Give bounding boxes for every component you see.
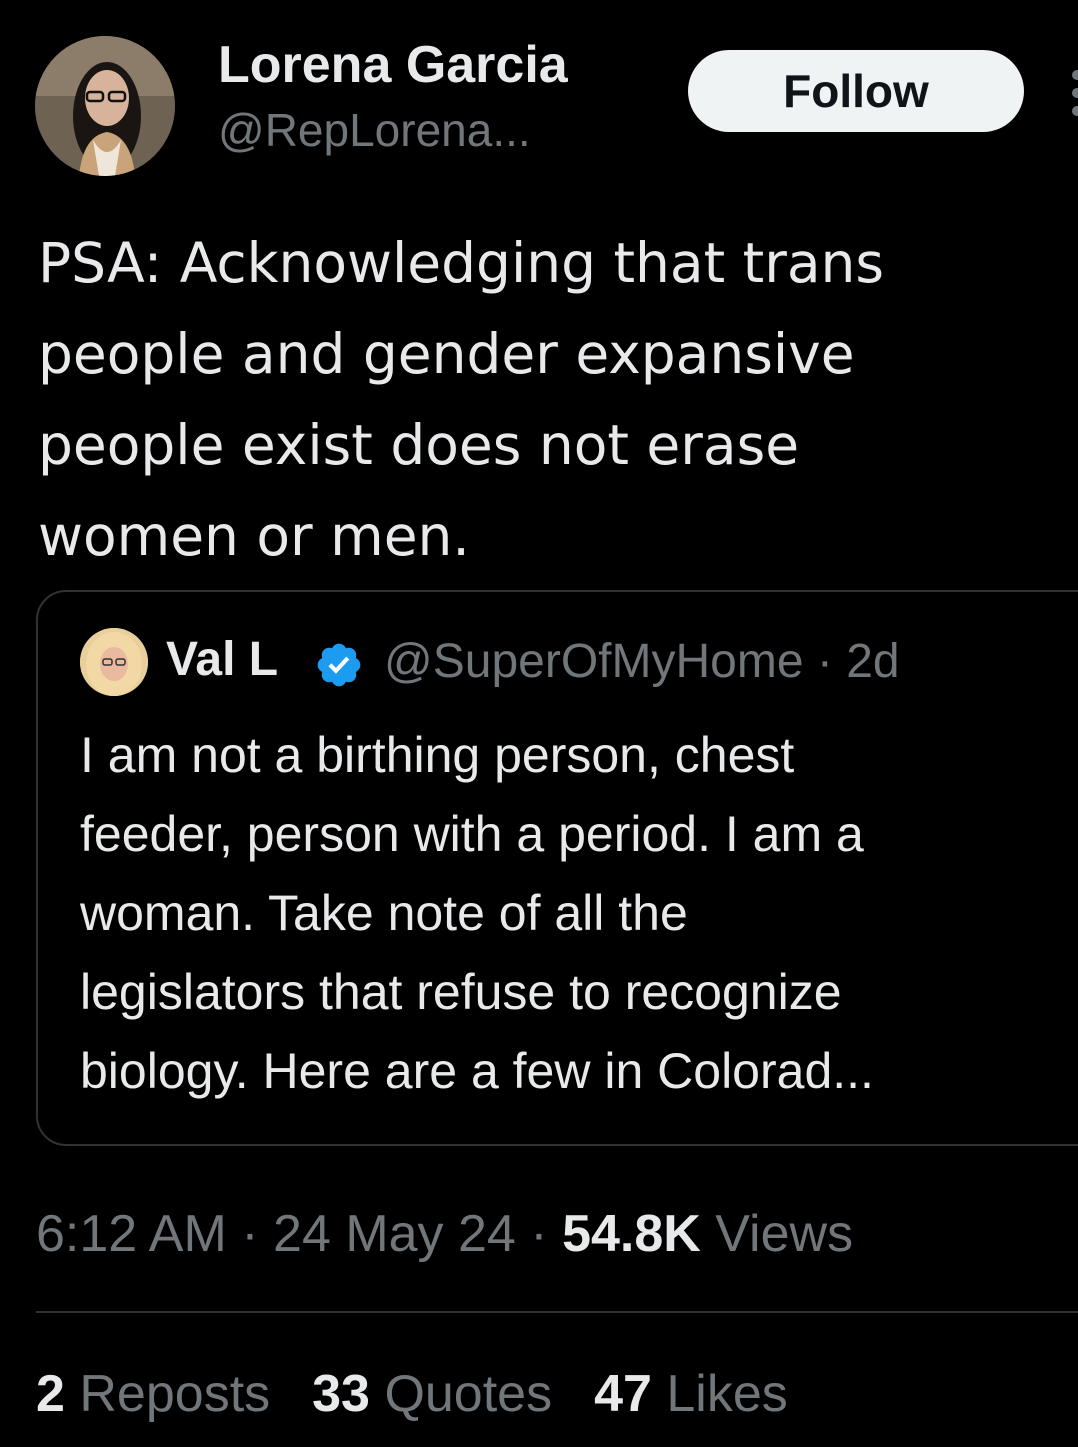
tweet-text-line: people exist does not erase [38,413,800,477]
views-count: 54.8K [562,1205,701,1263]
likes-count: 47 [594,1365,652,1423]
tweet-date[interactable]: 24 May 24 [273,1205,516,1263]
more-icon[interactable] [1068,60,1078,120]
timestamp-row: 6:12 AM · 24 May 24 · 54.8K Views [36,1200,853,1268]
quoted-author-handle[interactable]: @SuperOfMyHome [384,635,804,688]
engagement-stats: 2 Reposts 33 Quotes 47 Likes [36,1360,830,1428]
views-label: Views [715,1205,854,1263]
quoted-author-avatar-image [80,628,148,696]
quotes-label: Quotes [384,1365,553,1423]
quoted-age[interactable]: 2d [846,635,899,688]
quoted-author-avatar[interactable] [80,628,148,696]
quoted-text-line: biology. Here are a few in Colorad... [80,1043,874,1099]
reposts-stat[interactable]: 2 Reposts [36,1360,270,1428]
timestamp-separator: · [530,1205,548,1263]
reposts-count: 2 [36,1365,65,1423]
author-avatar[interactable] [35,36,175,176]
quoted-text-line: woman. Take note of all the [80,885,688,941]
timestamp-separator: · [241,1205,259,1263]
author-handle[interactable]: @RepLorena... [218,102,531,158]
meta-separator: · [816,635,833,688]
quotes-stat[interactable]: 33 Quotes [312,1360,552,1428]
likes-label: Likes [666,1365,788,1423]
quoted-meta: @SuperOfMyHome · 2d [384,632,900,692]
quoted-tweet-text: I am not a birthing person, chest feeder… [80,716,1070,1111]
quoted-author-name[interactable]: Val L [166,630,278,690]
likes-stat[interactable]: 47 Likes [594,1360,788,1428]
follow-button[interactable]: Follow [688,50,1024,132]
quoted-text-line: feeder, person with a period. I am a [80,806,864,862]
author-avatar-image [35,36,175,176]
tweet-text: PSA: Acknowledging that trans people and… [38,218,1038,582]
quoted-text-line: legislators that refuse to recognize [80,964,842,1020]
quoted-text-line: I am not a birthing person, chest [80,727,795,783]
reposts-label: Reposts [79,1365,271,1423]
author-name[interactable]: Lorena Garcia [218,34,568,96]
tweet-time[interactable]: 6:12 AM [36,1205,227,1263]
tweet-text-line: PSA: Acknowledging that trans [38,231,885,295]
verified-badge-icon [314,640,364,690]
tweet-text-line: women or men. [38,504,470,568]
tweet-text-line: people and gender expansive [38,322,855,386]
divider [36,1311,1078,1313]
quotes-count: 33 [312,1365,370,1423]
